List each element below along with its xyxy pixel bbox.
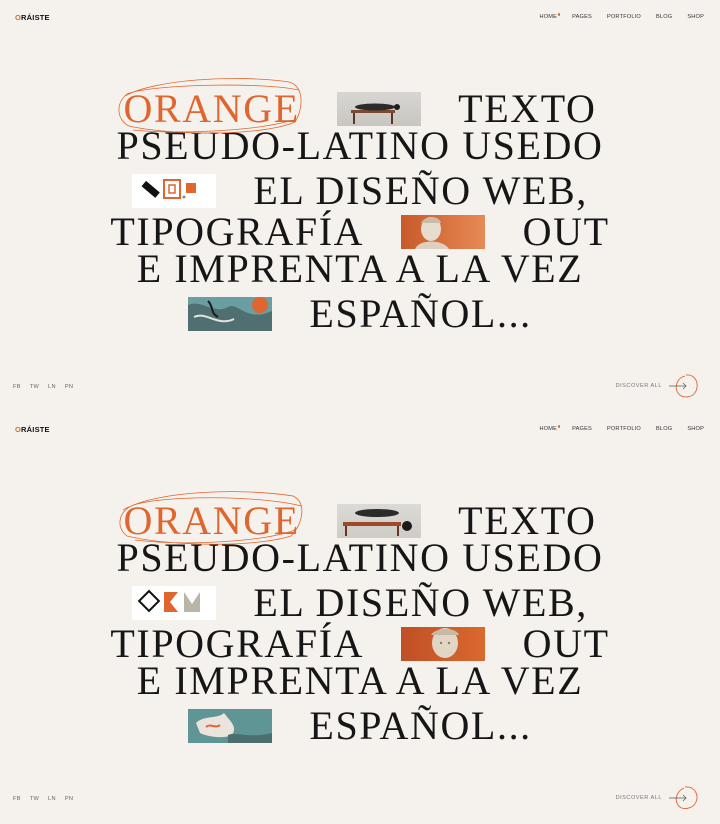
nav-item-blog[interactable]: BLOG [656, 426, 672, 432]
social-link-ln[interactable]: LN [48, 796, 56, 802]
social-links: FB TW LN PN [13, 796, 73, 802]
social-link-pn[interactable]: PN [65, 796, 73, 802]
headline-line-4: TIPOGRAFÍA OUT [110, 621, 610, 667]
headline-line-1: ORANGE TEXTO [0, 78, 720, 134]
hero-headline: ORANGE TEXTO PSEUDO-LATINO USEDO EL DISE… [0, 491, 720, 746]
headline-line-3: EL DISEÑO WEB, [0, 166, 720, 211]
thumb-geometric-shapes-image [132, 585, 217, 620]
nav-item-portfolio[interactable]: PORTFOLIO [607, 426, 641, 432]
headline-line-5: E IMPRENTA A LA VEZ [136, 246, 584, 291]
social-link-fb[interactable]: FB [13, 384, 21, 390]
thumb-geometric-shapes-image [132, 173, 217, 208]
headline-line-1: ORANGE TEXTO [0, 491, 720, 545]
site-logo[interactable]: ORÁISTE [15, 13, 50, 22]
social-link-tw[interactable]: TW [30, 796, 39, 802]
thumb-person-on-table-image [336, 91, 421, 126]
discover-all-link[interactable]: DISCOVER ALL [616, 372, 700, 400]
nav-item-pages[interactable]: PAGES [572, 14, 592, 20]
headline-line-2: PSEUDO-LATINO USEDO [116, 535, 604, 580]
headline-line-6: ESPAÑOL... [0, 701, 720, 746]
arrow-right-icon [669, 786, 698, 809]
hero-screen-1: ORÁISTE HOME PAGES PORTFOLIO BLOG SHOP O… [0, 0, 720, 412]
arrow-right-icon [669, 374, 698, 398]
discover-all-label: DISCOVER ALL [615, 795, 662, 801]
headline-line-5: E IMPRENTA A LA VEZ [136, 658, 584, 703]
thumb-statue-orange-image [401, 214, 486, 249]
main-nav: HOME PAGES PORTFOLIO BLOG SHOP [540, 425, 705, 432]
social-link-ln[interactable]: LN [48, 384, 56, 390]
thumb-person-on-table-image [336, 503, 421, 538]
social-link-tw[interactable]: TW [30, 384, 39, 390]
thumb-statue-orange-image [401, 626, 486, 661]
nav-item-shop[interactable]: SHOP [687, 426, 704, 432]
social-link-fb[interactable]: FB [13, 796, 21, 802]
social-link-pn[interactable]: PN [65, 384, 73, 390]
thumb-abstract-paint-image [188, 708, 273, 743]
headline-line-4: TIPOGRAFÍA OUT [110, 209, 610, 255]
nav-item-shop[interactable]: SHOP [687, 14, 704, 20]
discover-all-label: DISCOVER ALL [615, 383, 662, 389]
headline-line-6: ESPAÑOL... [0, 289, 720, 334]
headline-accent-word: ORANGE [120, 491, 303, 545]
scribble-highlight-icon [119, 78, 302, 134]
nav-item-home[interactable]: HOME [540, 13, 560, 20]
nav-item-portfolio[interactable]: PORTFOLIO [607, 14, 641, 20]
hero-headline: ORANGE TEXTO PSEUDO-LATINO USEDO EL DISE… [0, 78, 720, 334]
headline-line-3: EL DISEÑO WEB, [0, 578, 720, 623]
nav-item-blog[interactable]: BLOG [656, 14, 672, 20]
discover-all-link[interactable]: DISCOVER ALL [616, 784, 700, 812]
site-logo[interactable]: ORÁISTE [15, 425, 50, 434]
headline-line-2: PSEUDO-LATINO USEDO [116, 123, 604, 168]
nav-item-pages[interactable]: PAGES [572, 426, 592, 432]
social-links: FB TW LN PN [13, 384, 73, 390]
hero-screen-2: ORÁISTE HOME PAGES PORTFOLIO BLOG SHOP O… [0, 412, 720, 824]
scribble-highlight-icon [120, 491, 303, 545]
nav-item-home[interactable]: HOME [540, 425, 560, 432]
thumb-abstract-paint-image [188, 296, 273, 331]
headline-accent-word: ORANGE [119, 78, 302, 134]
main-nav: HOME PAGES PORTFOLIO BLOG SHOP [540, 13, 705, 20]
